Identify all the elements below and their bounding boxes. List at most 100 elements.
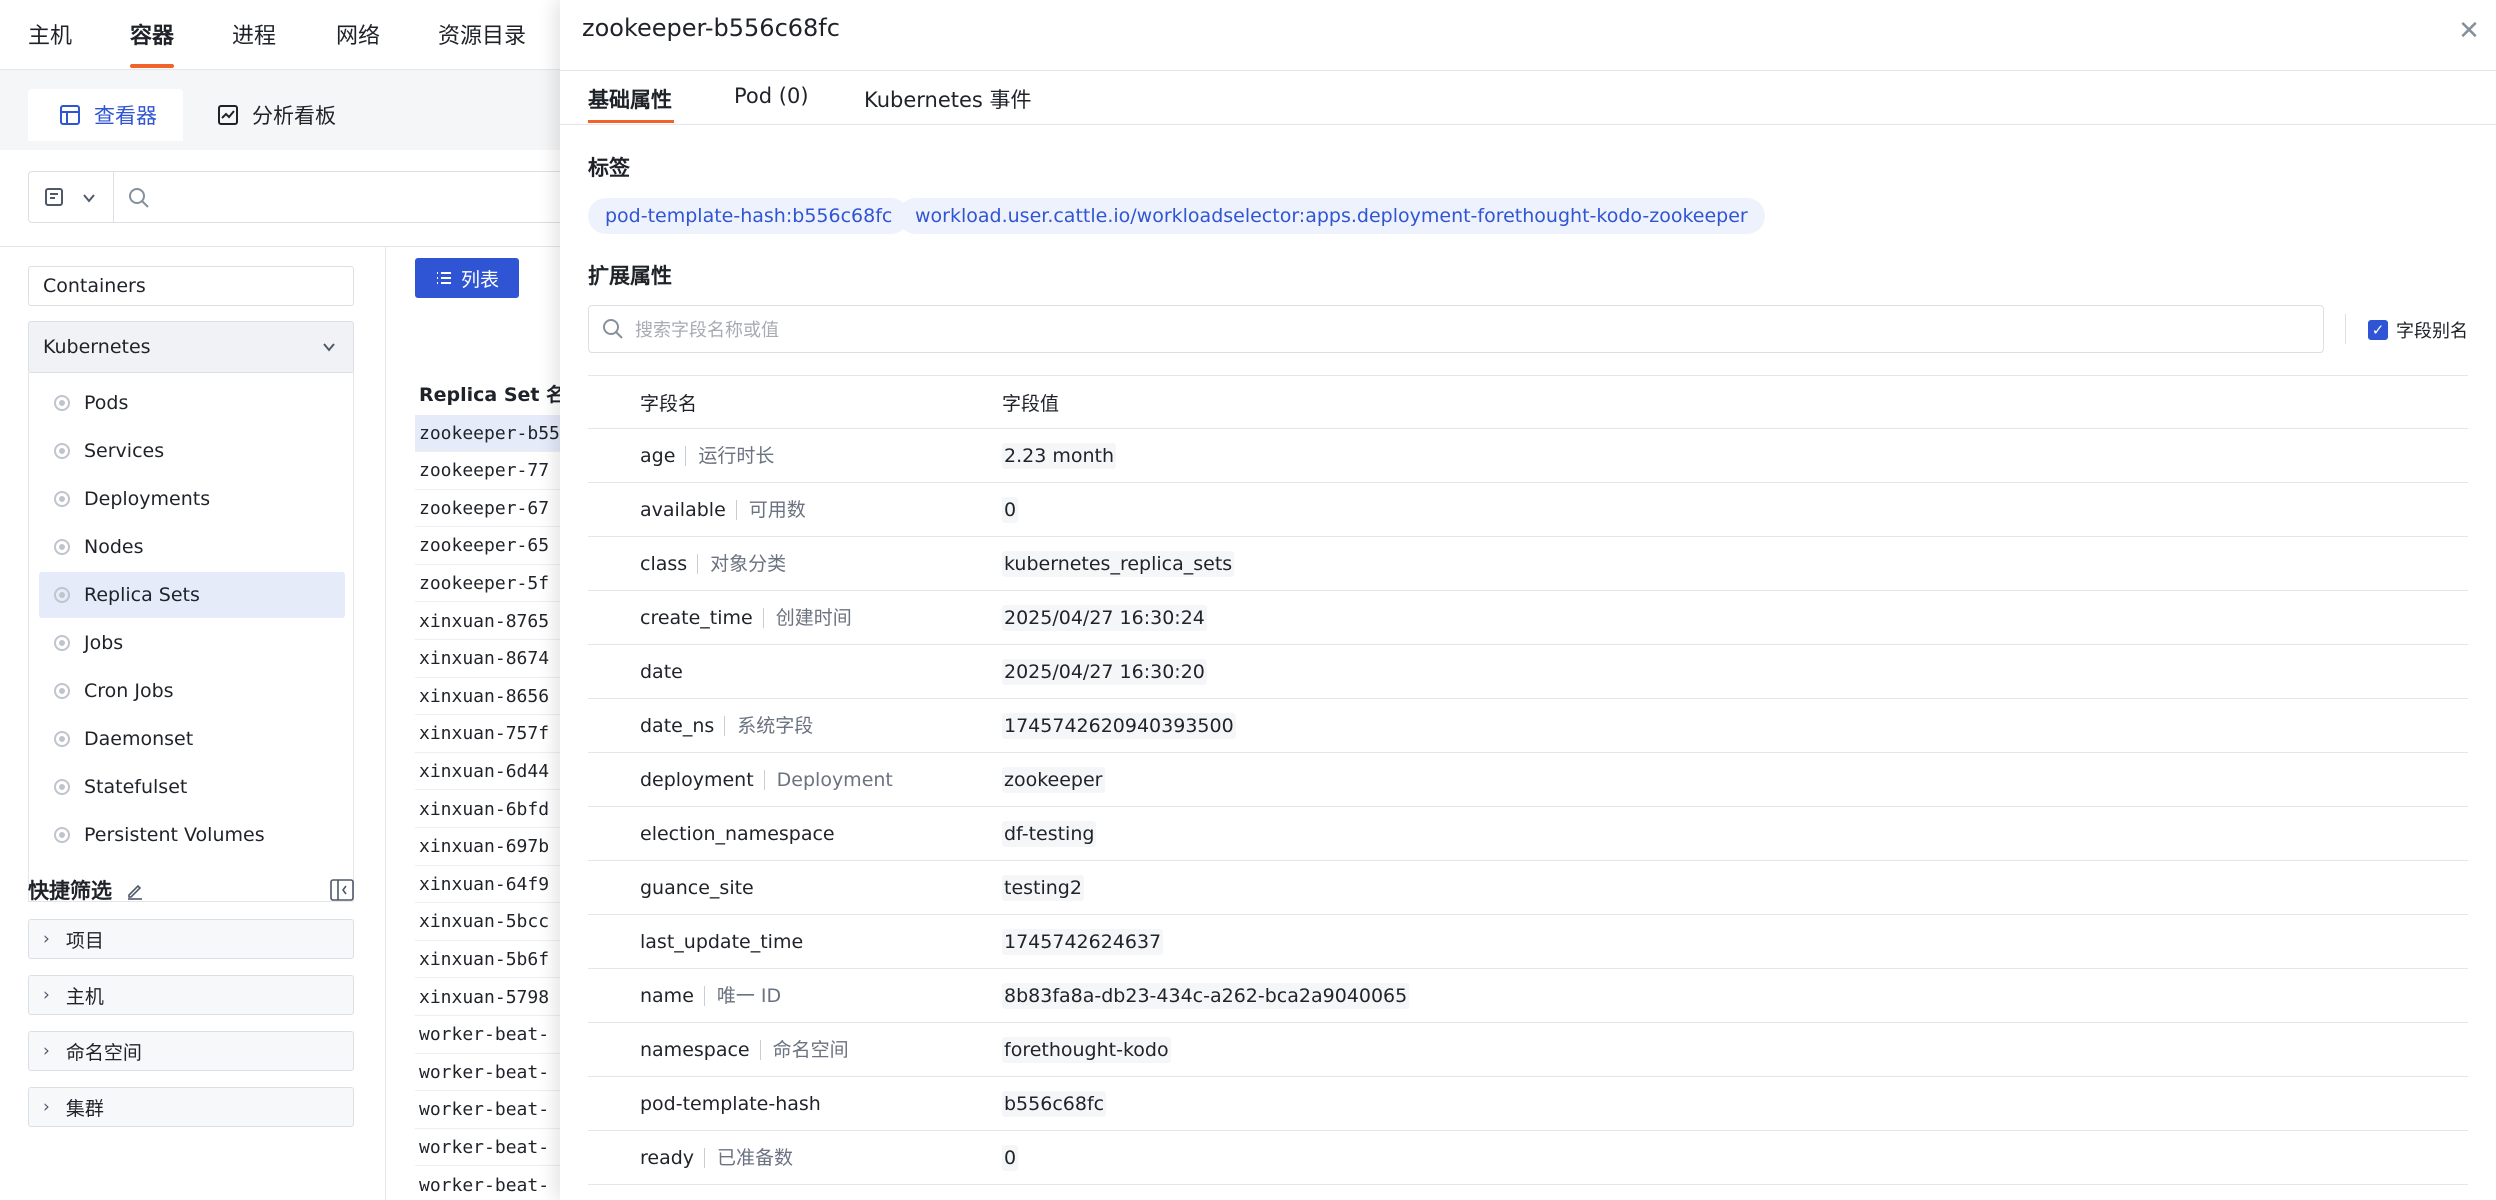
- field-value-cell: b556c68fc: [1002, 1090, 2468, 1117]
- field-value[interactable]: kubernetes_replica_sets: [1002, 550, 1235, 577]
- field-value[interactable]: testing2: [1002, 874, 1084, 901]
- field-name-cell: deployment Deployment: [588, 769, 1002, 791]
- sidebar-containers[interactable]: Containers: [28, 266, 354, 306]
- chevron-down-icon: [323, 343, 335, 352]
- label-tag[interactable]: workload.user.cattle.io/workloadselector…: [898, 198, 1765, 234]
- sidebar-containers-label: Containers: [43, 275, 146, 297]
- radio-icon: [54, 395, 70, 411]
- tab-divider: [560, 124, 2496, 125]
- nav-host[interactable]: 主机: [28, 18, 72, 50]
- nav-process[interactable]: 进程: [232, 18, 276, 50]
- field-value[interactable]: 2025/04/27 16:30:20: [1002, 658, 1207, 685]
- sidebar-kubernetes[interactable]: Kubernetes: [28, 321, 354, 373]
- quick-filter-cluster[interactable]: › 集群: [28, 1087, 354, 1127]
- field-name: deployment: [640, 768, 754, 791]
- source-select-icon[interactable]: [43, 185, 67, 209]
- tab-dashboard[interactable]: 分析看板: [212, 89, 372, 141]
- quick-filter-project[interactable]: › 项目: [28, 919, 354, 959]
- sidebar-item-services[interactable]: Services: [39, 428, 345, 474]
- field-value[interactable]: zookeeper: [1002, 766, 1105, 793]
- drawer-title: zookeeper-b556c68fc: [582, 14, 840, 42]
- sidebar-item-nodes[interactable]: Nodes: [39, 524, 345, 570]
- sidebar-item-persistent-volumes[interactable]: Persistent Volumes: [39, 812, 345, 858]
- field-name-cell: date_ns 系统字段: [588, 715, 1002, 737]
- field-value-cell: testing2: [1002, 874, 2468, 901]
- tab-dashboard-label: 分析看板: [252, 104, 336, 128]
- field-value[interactable]: forethought-kodo: [1002, 1036, 1171, 1063]
- sidebar-item-deployments[interactable]: Deployments: [39, 476, 345, 522]
- label-tag[interactable]: pod-template-hash:b556c68fc: [588, 198, 910, 234]
- field-search-placeholder: 搜索字段名称或值: [635, 320, 779, 341]
- table-row: ready 已准备数 0: [588, 1131, 2468, 1185]
- search-bar[interactable]: [28, 171, 588, 223]
- field-value-cell: zookeeper: [1002, 766, 2468, 793]
- table-header: 字段名 字段值: [588, 375, 2468, 429]
- sidebar-item-cron-jobs[interactable]: Cron Jobs: [39, 668, 345, 714]
- field-value[interactable]: 0: [1002, 496, 1019, 523]
- field-alias: 创建时间: [762, 607, 852, 628]
- sidebar-item-replica-sets[interactable]: Replica Sets: [39, 572, 345, 618]
- field-value[interactable]: 1745742624637: [1002, 928, 1164, 955]
- drawer-header-divider: [560, 70, 2496, 71]
- sidebar-item-pods[interactable]: Pods: [39, 380, 345, 426]
- field-alias: 已准备数: [704, 1147, 793, 1168]
- radio-icon: [54, 635, 70, 651]
- tab-basic-properties[interactable]: 基础属性: [588, 84, 672, 114]
- tab-pods[interactable]: Pod (0): [734, 84, 809, 108]
- field-alias: 运行时长: [685, 445, 774, 466]
- quick-filter-host[interactable]: › 主机: [28, 975, 354, 1015]
- field-value[interactable]: 2.23 month: [1002, 442, 1117, 469]
- sidebar-item-label: Jobs: [84, 632, 124, 654]
- field-value[interactable]: df-testing: [1002, 820, 1097, 847]
- sidebar-item-jobs[interactable]: Jobs: [39, 620, 345, 666]
- sidebar-item-daemonset[interactable]: Daemonset: [39, 716, 345, 762]
- nav-container[interactable]: 容器: [130, 18, 174, 50]
- field-value-cell: 0: [1002, 1144, 2468, 1171]
- field-value[interactable]: 0: [1002, 1144, 1019, 1171]
- field-value-cell: 1745742620940393500: [1002, 712, 2468, 739]
- quick-filter-label: 命名空间: [65, 1041, 142, 1064]
- close-icon[interactable]: ✕: [2454, 16, 2484, 46]
- field-name-cell: ready 已准备数: [588, 1147, 1002, 1169]
- field-name-cell: guance_site: [588, 877, 1002, 899]
- table-row: age 运行时长 2.23 month: [588, 429, 2468, 483]
- field-value-cell: 2.23 month: [1002, 442, 2468, 469]
- chevron-right-icon: ›: [43, 929, 50, 949]
- kubernetes-list: Pods Services Deployments Nodes Replica …: [28, 372, 354, 902]
- field-name: date_ns: [640, 714, 715, 737]
- radio-icon: [54, 539, 70, 555]
- table-row: guance_site testing2: [588, 861, 2468, 915]
- edit-icon[interactable]: [125, 881, 145, 901]
- collapse-sidebar-icon[interactable]: [330, 879, 354, 901]
- table-row: create_time 创建时间 2025/04/27 16:30:24: [588, 591, 2468, 645]
- field-name: guance_site: [640, 876, 754, 899]
- tab-viewer[interactable]: 查看器: [28, 89, 183, 141]
- field-search-input[interactable]: 搜索字段名称或值: [588, 305, 2324, 353]
- table-row: available 可用数 0: [588, 483, 2468, 537]
- field-alias: Deployment: [763, 769, 893, 790]
- field-alias-toggle[interactable]: ✓ 字段别名: [2368, 317, 2468, 343]
- extended-properties-title: 扩展属性: [588, 264, 672, 288]
- table-row: deployment Deployment zookeeper: [588, 753, 2468, 807]
- field-value-cell: df-testing: [1002, 820, 2468, 847]
- field-value[interactable]: 1745742620940393500: [1002, 712, 1236, 739]
- quick-filter-label: 主机: [65, 985, 104, 1008]
- list-view-button[interactable]: 列表: [415, 258, 519, 298]
- field-value[interactable]: b556c68fc: [1002, 1090, 1107, 1117]
- field-name-cell: available 可用数: [588, 499, 1002, 521]
- sidebar-item-statefulset[interactable]: Statefulset: [39, 764, 345, 810]
- checkbox-checked-icon[interactable]: ✓: [2368, 320, 2388, 340]
- quick-filter-label: 项目: [65, 929, 104, 952]
- quick-filter-namespace[interactable]: › 命名空间: [28, 1031, 354, 1071]
- nav-network[interactable]: 网络: [336, 18, 380, 50]
- field-value[interactable]: 8b83fa8a-db23-434c-a262-bca2a9040065: [1002, 982, 1410, 1009]
- tab-active-underline: [588, 120, 674, 123]
- chevron-down-icon[interactable]: [81, 190, 97, 206]
- tab-viewer-label: 查看器: [94, 104, 157, 128]
- field-value[interactable]: 2025/04/27 16:30:24: [1002, 604, 1207, 631]
- nav-resource-catalog[interactable]: 资源目录: [438, 18, 526, 50]
- tab-kubernetes-events[interactable]: Kubernetes 事件: [864, 84, 1032, 114]
- field-alias: 对象分类: [697, 553, 786, 574]
- viewer-icon: [60, 105, 80, 125]
- table-row: namespace 命名空间 forethought-kodo: [588, 1023, 2468, 1077]
